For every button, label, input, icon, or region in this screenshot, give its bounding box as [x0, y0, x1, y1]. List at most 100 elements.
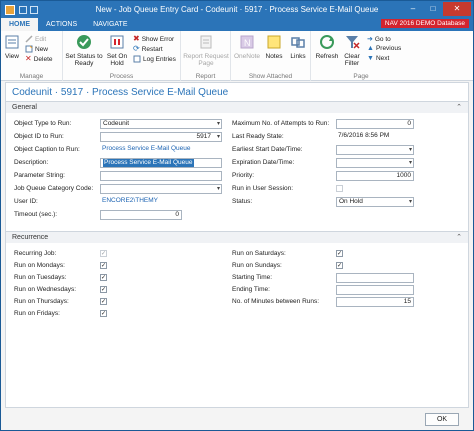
minutes-between-runs-field: No. of Minutes between Runs: 15 [232, 296, 418, 307]
parameter-string-field: Parameter String: [14, 170, 224, 181]
restart-button[interactable]: ⟳ Restart [133, 45, 163, 53]
ribbon-tabs: HOME ACTIONS NAVIGATE NAV 2016 DEMO Data… [1, 18, 473, 31]
chevron-up-icon[interactable]: ⌃ [456, 232, 462, 243]
fasttab-recurrence-header[interactable]: Recurrence ⌃ [6, 232, 468, 243]
timeout-input[interactable]: 0 [100, 209, 182, 220]
tab-actions[interactable]: ACTIONS [38, 18, 85, 31]
clear-filter-button[interactable]: Clear Filter [341, 34, 363, 67]
status-field: Status: On Hold ▾ [232, 196, 414, 207]
ribbon-group-manage: View Edit New ✕ Delete Manage [1, 31, 63, 81]
tab-navigate[interactable]: NAVIGATE [85, 18, 135, 31]
onenote-icon: N [240, 35, 254, 49]
max-attempts-field: Maximum No. of Attempts to Run: 0 [232, 118, 418, 129]
chevron-up-icon[interactable]: ⌃ [456, 102, 462, 113]
object-caption-link[interactable]: Process Service E-Mail Queue [100, 145, 222, 155]
view-button[interactable]: View [3, 34, 21, 60]
arrow-up-icon: ▲ [367, 45, 374, 52]
new-icon [25, 45, 33, 53]
edit-button[interactable]: Edit [25, 35, 46, 43]
run-wednesdays-checkbox[interactable]: ✓ [100, 286, 107, 293]
run-in-session-checkbox[interactable] [336, 185, 343, 192]
report-icon [200, 35, 212, 49]
run-saturdays-field: Run on Saturdays: ✓ [232, 250, 343, 257]
run-in-session-field: Run in User Session: [232, 183, 418, 194]
run-mondays-checkbox[interactable]: ✓ [100, 262, 107, 269]
user-id-link[interactable]: ENCORE2\THEMY [100, 197, 222, 207]
user-id-field: User ID: ENCORE2\THEMY [14, 196, 224, 207]
database-badge: NAV 2016 DEMO Database [380, 19, 469, 28]
minimize-button[interactable]: – [403, 2, 423, 16]
view-icon [5, 35, 19, 49]
run-tuesdays-checkbox[interactable]: ✓ [100, 274, 107, 281]
last-ready-state-value: 7/6/2016 8:56 PM [338, 131, 390, 139]
timeout-field: Timeout (sec.): 0 [14, 209, 224, 220]
fasttab-general-header[interactable]: General ⌃ [6, 102, 468, 113]
run-saturdays-checkbox[interactable]: ✓ [336, 250, 343, 257]
recurring-job-field: Recurring Job: ✓ [14, 250, 107, 257]
object-type-select[interactable]: Codeunit ▾ [100, 118, 222, 129]
ending-time-input[interactable] [336, 284, 414, 295]
previous-button[interactable]: ▲ Previous [367, 45, 401, 52]
priority-input[interactable]: 1000 [336, 170, 414, 181]
ribbon-group-page: Refresh Clear Filter ➜ Go to ▲ Previous … [315, 34, 402, 80]
log-icon [133, 55, 141, 63]
delete-icon: ✕ [25, 54, 32, 63]
run-thursdays-field: Run on Thursdays: ✓ [14, 298, 107, 305]
onenote-button[interactable]: N OneNote [233, 34, 261, 60]
max-attempts-input[interactable]: 0 [336, 118, 414, 129]
ok-button[interactable]: OK [425, 413, 459, 426]
close-button[interactable]: ✕ [443, 2, 471, 16]
restart-icon: ⟳ [133, 44, 140, 53]
run-fridays-field: Run on Fridays: ✓ [14, 310, 107, 317]
description-field: Description: Process Service E-Mail Queu… [14, 157, 224, 168]
starting-time-input[interactable] [336, 272, 414, 283]
set-on-hold-button[interactable]: Set On Hold [105, 34, 129, 67]
category-code-select[interactable]: ▾ [100, 183, 222, 194]
log-entries-button[interactable]: Log Entries [133, 55, 176, 63]
next-button[interactable]: ▼ Next [367, 55, 389, 62]
fasttab-general: General ⌃ Object Type to Run: Codeunit ▾ … [6, 101, 468, 229]
go-to-icon: ➜ [367, 36, 373, 43]
fasttab-recurrence: Recurrence ⌃ Recurring Job: ✓ Run on Mon… [6, 231, 468, 331]
expiration-input[interactable]: ▾ [336, 157, 414, 168]
earliest-start-field: Earliest Start Date/Time: ▾ [232, 144, 414, 155]
ribbon-group-show-attached: N OneNote Notes Links Show Attached [231, 31, 311, 81]
card-content: Codeunit · 5917 · Process Service E-Mail… [5, 82, 469, 408]
object-id-input[interactable]: 5917 ▾ [100, 131, 222, 142]
object-id-field: Object ID to Run: 5917 ▾ [14, 131, 222, 142]
ribbon-group-process: Set Status to Ready Set On Hold ✖ Show E… [63, 31, 181, 81]
links-button[interactable]: Links [287, 34, 309, 60]
run-thursdays-checkbox[interactable]: ✓ [100, 298, 107, 305]
new-button[interactable]: New [25, 45, 48, 53]
run-fridays-checkbox[interactable]: ✓ [100, 310, 107, 317]
go-to-button[interactable]: ➜ Go to [367, 35, 391, 44]
title-bar: New - Job Queue Entry Card - Codeunit · … [1, 1, 473, 18]
last-ready-state-field: Last Ready State: 7/6/2016 8:56 PM [232, 131, 418, 142]
notes-button[interactable]: Notes [263, 34, 285, 60]
delete-button[interactable]: ✕ Delete [25, 55, 53, 63]
expiration-field: Expiration Date/Time: ▾ [232, 157, 414, 168]
run-sundays-field: Run on Sundays: ✓ [232, 262, 343, 269]
refresh-button[interactable]: Refresh [315, 34, 339, 60]
chevron-down-icon: ▾ [408, 198, 412, 205]
chevron-down-icon: ▾ [408, 146, 412, 153]
object-type-field: Object Type to Run: Codeunit ▾ [14, 118, 222, 129]
earliest-start-input[interactable]: ▾ [336, 144, 414, 155]
status-select[interactable]: On Hold ▾ [336, 196, 414, 207]
run-sundays-checkbox[interactable]: ✓ [336, 262, 343, 269]
report-request-page-button[interactable]: Report Request Page [183, 34, 229, 67]
chevron-down-icon: ▾ [216, 133, 220, 140]
maximize-button[interactable]: □ [423, 2, 443, 16]
links-icon [291, 37, 305, 48]
minutes-between-runs-input[interactable]: 15 [336, 296, 414, 307]
show-error-button[interactable]: ✖ Show Error [133, 35, 174, 43]
description-input[interactable]: Process Service E-Mail Queue [100, 157, 222, 168]
parameter-string-input[interactable] [100, 170, 222, 181]
starting-time-field: Starting Time: [232, 272, 418, 283]
window-controls: – □ ✕ [403, 2, 471, 16]
refresh-icon [320, 35, 334, 49]
recurring-job-checkbox[interactable]: ✓ [100, 250, 107, 257]
tab-home[interactable]: HOME [1, 18, 38, 31]
run-tuesdays-field: Run on Tuesdays: ✓ [14, 274, 107, 281]
set-status-ready-button[interactable]: Set Status to Ready [65, 34, 103, 67]
